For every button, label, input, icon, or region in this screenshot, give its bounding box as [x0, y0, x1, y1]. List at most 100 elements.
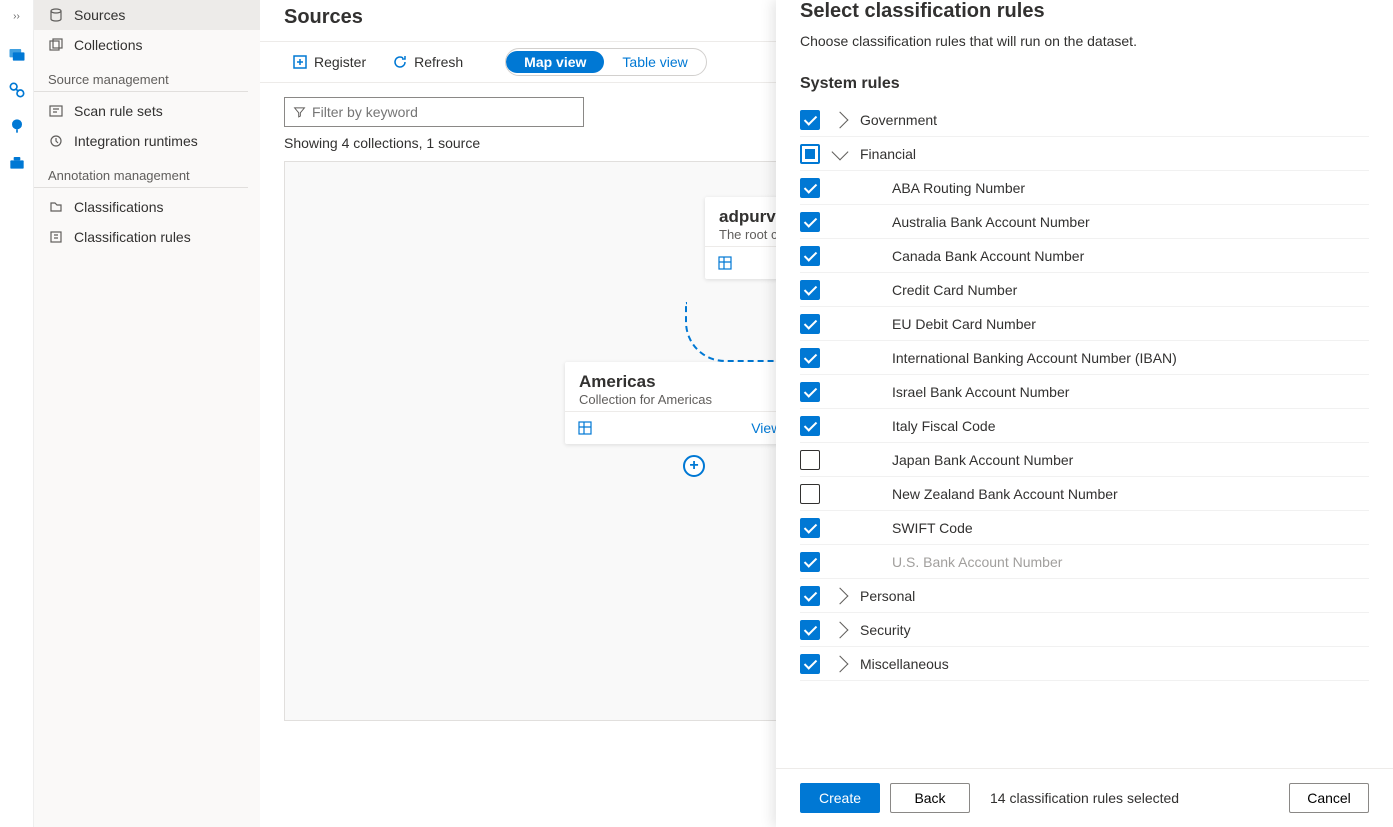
rule-checkbox[interactable]	[800, 518, 820, 538]
rule-checkbox[interactable]	[800, 110, 820, 130]
rule-checkbox[interactable]	[800, 586, 820, 606]
rule-item-label: Canada Bank Account Number	[892, 248, 1084, 264]
rule-checkbox[interactable]	[800, 416, 820, 436]
rule-item-row[interactable]: Australia Bank Account Number	[800, 205, 1369, 239]
nav-scan-rule-sets[interactable]: Scan rule sets	[34, 96, 260, 126]
add-collection-button[interactable]: +	[683, 455, 705, 477]
back-button[interactable]: Back	[890, 783, 970, 813]
rule-checkbox[interactable]	[800, 552, 820, 572]
nav-classification-rules[interactable]: Classification rules	[34, 222, 260, 252]
scan-icon	[48, 103, 64, 119]
rule-item-row[interactable]: EU Debit Card Number	[800, 307, 1369, 341]
rule-group-label: Security	[860, 622, 911, 638]
rail-data-map-icon[interactable]	[3, 40, 31, 68]
nav-section-annotation-mgmt: Annotation management	[34, 156, 248, 188]
create-button[interactable]: Create	[800, 783, 880, 813]
panel-footer: Create Back 14 classification rules sele…	[776, 768, 1393, 827]
nav-label: Classification rules	[74, 229, 191, 245]
card-subtitle: Collection for Americas	[579, 392, 791, 407]
grid-icon[interactable]	[577, 420, 593, 436]
collection-card-americas[interactable]: Americas Collection for Americas View d	[565, 362, 805, 444]
rule-checkbox[interactable]	[800, 212, 820, 232]
rule-checkbox[interactable]	[800, 654, 820, 674]
rule-item-label: International Banking Account Number (IB…	[892, 350, 1177, 366]
rule-checkbox[interactable]	[800, 382, 820, 402]
classifications-icon	[48, 199, 64, 215]
rule-checkbox[interactable]	[800, 348, 820, 368]
rule-group-row[interactable]: Personal	[800, 579, 1369, 613]
rule-item-row[interactable]: International Banking Account Number (IB…	[800, 341, 1369, 375]
nav-collections[interactable]: Collections	[34, 30, 260, 60]
nav-sources[interactable]: Sources	[34, 0, 260, 30]
expand-rail-button[interactable]: ››	[0, 0, 33, 32]
refresh-icon	[392, 54, 408, 70]
nav-integration-runtimes[interactable]: Integration runtimes	[34, 126, 260, 156]
refresh-button[interactable]: Refresh	[384, 48, 471, 76]
rule-item-label: Japan Bank Account Number	[892, 452, 1073, 468]
rule-item-label: U.S. Bank Account Number	[892, 554, 1062, 570]
rule-group-row[interactable]: Miscellaneous	[800, 647, 1369, 681]
rule-checkbox[interactable]	[800, 314, 820, 334]
rules-icon	[48, 229, 64, 245]
rule-item-row[interactable]: Credit Card Number	[800, 273, 1369, 307]
rule-item-row[interactable]: Canada Bank Account Number	[800, 239, 1369, 273]
rule-checkbox[interactable]	[800, 246, 820, 266]
rule-item-row[interactable]: Israel Bank Account Number	[800, 375, 1369, 409]
cancel-button[interactable]: Cancel	[1289, 783, 1369, 813]
map-view-button[interactable]: Map view	[506, 51, 604, 73]
rule-item-row[interactable]: Japan Bank Account Number	[800, 443, 1369, 477]
expand-toggle[interactable]	[830, 590, 850, 602]
connector-line	[685, 302, 785, 362]
nav-label: Sources	[74, 7, 125, 23]
rule-item-row[interactable]: SWIFT Code	[800, 511, 1369, 545]
rule-checkbox[interactable]	[800, 450, 820, 470]
selection-status: 14 classification rules selected	[990, 790, 1179, 806]
rule-checkbox[interactable]	[800, 620, 820, 640]
nav-label: Collections	[74, 37, 142, 53]
rule-group-row[interactable]: Financial	[800, 137, 1369, 171]
nav-classifications[interactable]: Classifications	[34, 192, 260, 222]
rule-item-row[interactable]: New Zealand Bank Account Number	[800, 477, 1369, 511]
expand-toggle[interactable]	[830, 624, 850, 636]
rule-checkbox[interactable]	[800, 484, 820, 504]
panel-title: Select classification rules	[800, 0, 1369, 33]
expand-toggle[interactable]	[830, 658, 850, 670]
rule-group-label: Miscellaneous	[860, 656, 949, 672]
filter-input[interactable]	[312, 104, 575, 120]
rule-item-row[interactable]: ABA Routing Number	[800, 171, 1369, 205]
rules-list: Government Financial ABA Routing Number Aus…	[800, 103, 1369, 681]
grid-icon[interactable]	[717, 255, 733, 271]
nav-label: Classifications	[74, 199, 163, 215]
register-button[interactable]: Register	[284, 48, 374, 76]
register-icon	[292, 54, 308, 70]
runtime-icon	[48, 133, 64, 149]
table-view-button[interactable]: Table view	[604, 51, 705, 73]
expand-toggle[interactable]	[830, 150, 850, 158]
rule-item-label: ABA Routing Number	[892, 180, 1025, 196]
rule-checkbox[interactable]	[800, 144, 820, 164]
expand-toggle[interactable]	[830, 114, 850, 126]
rail-management-icon[interactable]	[3, 148, 31, 176]
rail-insights-icon[interactable]	[3, 112, 31, 140]
card-title: Americas	[579, 372, 791, 392]
rule-group-label: Financial	[860, 146, 916, 162]
filter-box[interactable]	[284, 97, 584, 127]
system-rules-heading: System rules	[800, 69, 1369, 103]
collections-icon	[48, 37, 64, 53]
rule-checkbox[interactable]	[800, 178, 820, 198]
rule-item-label: SWIFT Code	[892, 520, 973, 536]
rule-group-label: Government	[860, 112, 937, 128]
rule-item-row[interactable]: Italy Fiscal Code	[800, 409, 1369, 443]
rule-item-label: New Zealand Bank Account Number	[892, 486, 1118, 502]
database-icon	[48, 7, 64, 23]
rail-sources-icon[interactable]	[3, 76, 31, 104]
rule-group-row[interactable]: Government	[800, 103, 1369, 137]
rule-item-label: Australia Bank Account Number	[892, 214, 1090, 230]
nav-label: Scan rule sets	[74, 103, 163, 119]
rule-item-row[interactable]: U.S. Bank Account Number	[800, 545, 1369, 579]
nav-label: Integration runtimes	[74, 133, 198, 149]
rule-item-label: Israel Bank Account Number	[892, 384, 1069, 400]
rule-checkbox[interactable]	[800, 280, 820, 300]
rule-item-label: Italy Fiscal Code	[892, 418, 995, 434]
rule-group-row[interactable]: Security	[800, 613, 1369, 647]
